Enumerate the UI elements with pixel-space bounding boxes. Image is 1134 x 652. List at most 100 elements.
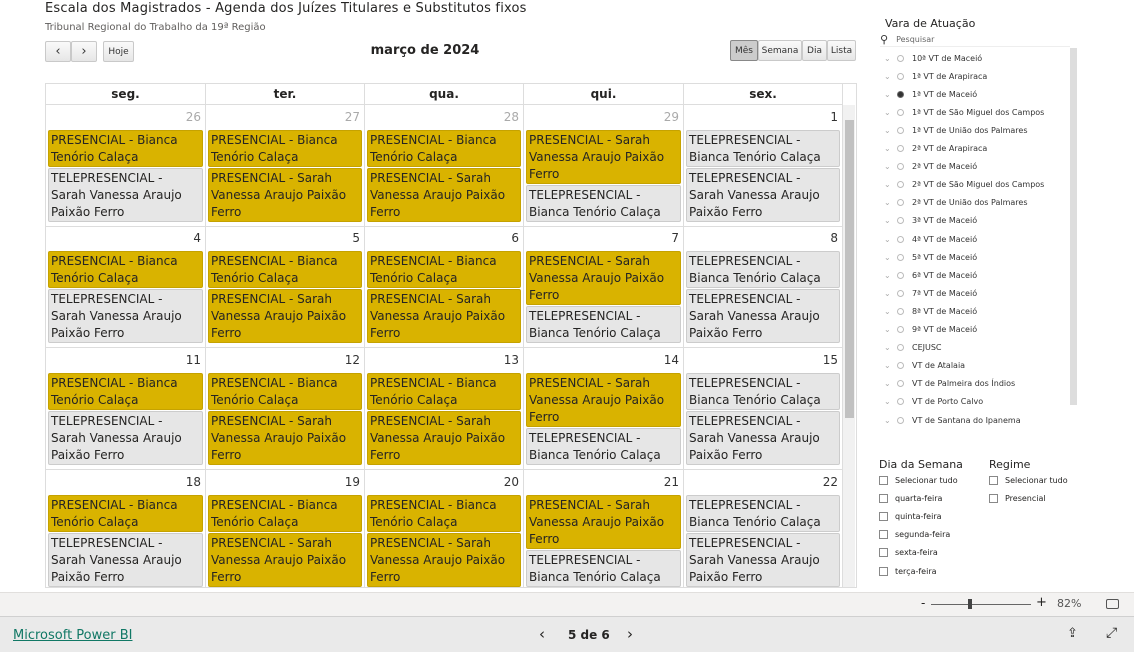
radio-button[interactable] [897,199,904,207]
zoom-out-button[interactable]: - [921,596,925,610]
day-number[interactable]: 19 [345,475,360,489]
zoom-slider-thumb[interactable] [968,599,972,609]
chevron-down-icon[interactable]: ⌄ [884,235,897,244]
day-cell[interactable]: 15 TELEPRESENCIAL - Bianca Tenório Calaça… [684,348,843,470]
vara-item[interactable]: ⌄ 8ª VT de Maceió [884,304,977,318]
vara-item[interactable]: ⌄ VT de Atalaia [884,359,965,373]
checkbox-box[interactable] [989,476,998,485]
chevron-down-icon[interactable]: ⌄ [884,307,897,316]
fullscreen-icon[interactable]: ⤢ [1106,625,1117,641]
radio-button[interactable] [897,253,904,261]
day-number[interactable]: 21 [664,475,679,489]
vara-item[interactable]: ⌄ VT de Santana do Ipanema [884,413,1021,427]
chevron-down-icon[interactable]: ⌄ [884,162,897,171]
event-presencial[interactable]: PRESENCIAL - Bianca Tenório Calaça [208,251,362,288]
vara-item[interactable]: ⌄ 2ª VT de São Miguel dos Campos [884,178,1044,192]
event-telepresencial[interactable]: TELEPRESENCIAL - Bianca Tenório Calaça [686,495,840,532]
day-number[interactable]: 15 [823,353,838,367]
chevron-down-icon[interactable]: ⌄ [884,289,897,298]
radio-button[interactable] [897,271,904,279]
day-number[interactable]: 14 [664,353,679,367]
dia_semana-checkbox[interactable]: quarta-feira [879,494,942,504]
fit-to-page-icon[interactable] [1106,599,1119,609]
dia_semana-checkbox[interactable]: Selecionar tudo [879,476,958,485]
next-button[interactable]: › [71,41,97,62]
event-presencial[interactable]: PRESENCIAL - Sarah Vanessa Araujo Paixão… [208,533,362,587]
vara-item[interactable]: ⌄ 1ª VT de União dos Palmares [884,123,1028,137]
vara-item[interactable]: ⌄ CEJUSC [884,341,942,355]
checkbox-box[interactable] [879,512,888,522]
event-presencial[interactable]: PRESENCIAL - Sarah Vanessa Araujo Paixão… [367,289,521,343]
radio-button[interactable] [897,54,904,62]
event-telepresencial[interactable]: TELEPRESENCIAL - Sarah Vanessa Araujo Pa… [48,168,203,222]
share-icon[interactable]: ⇪ [1067,626,1078,641]
event-presencial[interactable]: PRESENCIAL - Sarah Vanessa Araujo Paixão… [526,373,681,427]
vara-item[interactable]: ⌄ 6ª VT de Maceió [884,268,977,282]
event-presencial[interactable]: PRESENCIAL - Sarah Vanessa Araujo Paixão… [367,411,521,465]
day-cell[interactable]: 18 PRESENCIAL - Bianca Tenório Calaça TELE… [46,470,206,587]
event-telepresencial[interactable]: TELEPRESENCIAL - Bianca Tenório Calaça [686,130,840,167]
radio-button[interactable] [897,108,904,116]
chevron-down-icon[interactable]: ⌄ [884,108,897,117]
radio-button[interactable] [897,145,904,152]
event-presencial[interactable]: PRESENCIAL - Bianca Tenório Calaça [367,130,521,167]
radio-button[interactable] [897,72,904,80]
event-presencial[interactable]: PRESENCIAL - Bianca Tenório Calaça [48,495,203,532]
day-number[interactable]: 8 [830,231,838,245]
vara-item[interactable]: ⌄ 10ª VT de Maceió [884,51,982,65]
day-number[interactable]: 5 [352,231,360,245]
day-number[interactable]: 27 [345,110,360,124]
day-number[interactable]: 7 [671,231,679,245]
checkbox-box[interactable] [989,494,998,504]
chevron-down-icon[interactable]: ⌄ [884,416,897,425]
chevron-down-icon[interactable]: ⌄ [884,180,897,189]
event-presencial[interactable]: PRESENCIAL - Sarah Vanessa Araujo Paixão… [367,533,521,587]
radio-button[interactable] [897,326,904,333]
view-day-button[interactable]: Dia [802,40,827,61]
day-cell[interactable]: 11 PRESENCIAL - Bianca Tenório Calaça TELE… [46,348,206,470]
day-number[interactable]: 20 [504,475,519,489]
radio-button[interactable] [897,217,904,225]
chevron-down-icon[interactable]: ⌄ [884,397,897,406]
chevron-down-icon[interactable]: ⌄ [884,343,897,352]
day-cell[interactable]: 21 PRESENCIAL - Sarah Vanessa Araujo Paix… [524,470,684,587]
event-telepresencial[interactable]: TELEPRESENCIAL - Bianca Tenório Calaça [526,428,681,465]
regime-checkbox[interactable]: Selecionar tudo [989,476,1068,485]
vara-item[interactable]: ⌄ 4ª VT de Maceió [884,232,977,246]
day-cell[interactable]: 8 TELEPRESENCIAL - Bianca Tenório Calaça T… [684,226,843,348]
radio-button[interactable] [897,289,904,297]
day-cell[interactable]: 12 PRESENCIAL - Bianca Tenório Calaça PRES… [206,348,365,470]
radio-button[interactable] [897,362,904,370]
dia_semana-checkbox[interactable]: segunda-feira [879,530,950,540]
view-week-button[interactable]: Semana [758,40,802,61]
chevron-down-icon[interactable]: ⌄ [884,144,897,153]
event-presencial[interactable]: PRESENCIAL - Bianca Tenório Calaça [48,373,203,410]
chevron-down-icon[interactable]: ⌄ [884,90,897,99]
event-presencial[interactable]: PRESENCIAL - Bianca Tenório Calaça [208,130,362,167]
dia_semana-checkbox[interactable]: sexta-feira [879,548,938,558]
vara-item[interactable]: ⌄ 5ª VT de Maceió [884,250,977,264]
event-telepresencial[interactable]: TELEPRESENCIAL - Sarah Vanessa Araujo Pa… [686,533,840,587]
view-month-button[interactable]: Mês [730,40,758,61]
chevron-down-icon[interactable]: ⌄ [884,271,897,280]
event-presencial[interactable]: PRESENCIAL - Bianca Tenório Calaça [367,373,521,410]
prev-button[interactable]: ‹ [45,41,71,62]
vara-item[interactable]: ⌄ 2ª VT de União dos Palmares [884,196,1028,210]
day-number[interactable]: 6 [511,231,519,245]
next-page-icon[interactable]: › [627,625,633,643]
checkbox-box[interactable] [879,566,888,576]
day-cell[interactable]: 26 PRESENCIAL - Bianca Tenório Calaça TELE… [46,105,206,227]
event-telepresencial[interactable]: TELEPRESENCIAL - Sarah Vanessa Araujo Pa… [686,411,840,465]
day-cell[interactable]: 4 PRESENCIAL - Bianca Tenório Calaça TELEP… [46,226,206,348]
vara-item[interactable]: ⌄ 9ª VT de Maceió [884,323,977,337]
radio-button[interactable] [897,380,904,388]
vara-item[interactable]: ⌄ 2ª VT de Arapiraca [884,142,987,156]
day-number[interactable]: 12 [345,353,360,367]
vara-scrollbar[interactable] [1070,48,1077,405]
day-number[interactable]: 11 [186,353,201,367]
day-cell[interactable]: 22 TELEPRESENCIAL - Bianca Tenório Calaça… [684,470,843,587]
radio-button[interactable] [897,344,904,352]
event-telepresencial[interactable]: TELEPRESENCIAL - Bianca Tenório Calaça [686,373,840,410]
event-presencial[interactable]: PRESENCIAL - Sarah Vanessa Araujo Paixão… [526,251,681,305]
event-presencial[interactable]: PRESENCIAL - Sarah Vanessa Araujo Paixão… [526,130,681,184]
